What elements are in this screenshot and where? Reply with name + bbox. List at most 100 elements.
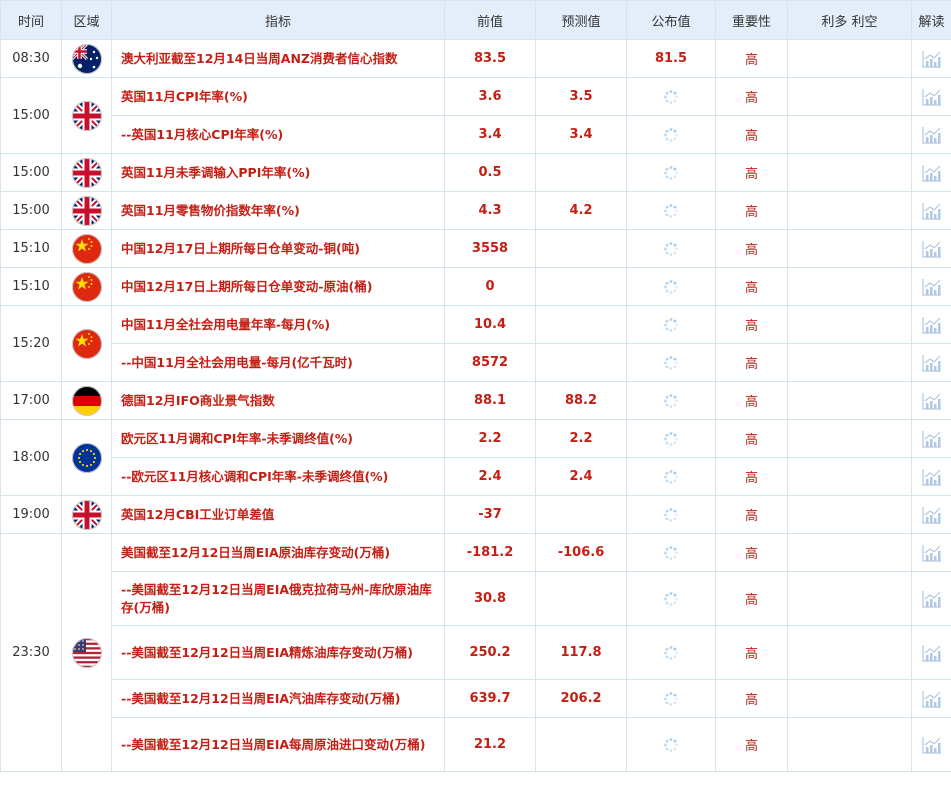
analysis-chart-icon[interactable] [911, 77, 951, 116]
bull-bear-cell [787, 229, 912, 268]
indicator-name[interactable]: 中国12月17日上期所每日仓单变动-原油(桶) [111, 267, 445, 306]
time-cell: 23:30 [0, 533, 62, 772]
indicator-name[interactable]: --美国截至12月12日当周EIA每周原油进口变动(万桶) [111, 717, 445, 772]
analysis-chart-icon[interactable] [911, 115, 951, 154]
forecast-value: 2.4 [535, 457, 627, 496]
indicator-name[interactable]: --美国截至12月12日当周EIA精炼油库存变动(万桶) [111, 625, 445, 680]
loading-spinner-icon [626, 717, 716, 772]
region-cell [61, 39, 112, 78]
indicator-name[interactable]: --欧元区11月核心调和CPI年率-未季调终值(%) [111, 457, 445, 496]
indicator-name[interactable]: 英国11月CPI年率(%) [111, 77, 445, 116]
analysis-chart-icon[interactable] [911, 39, 951, 78]
previous-value: 30.8 [444, 571, 536, 626]
importance-value: 高 [715, 457, 788, 496]
importance-value: 高 [715, 305, 788, 344]
previous-value: 4.3 [444, 191, 536, 230]
previous-value: 10.4 [444, 305, 536, 344]
time-cell: 08:30 [0, 39, 62, 78]
analysis-chart-icon[interactable] [911, 343, 951, 382]
analysis-chart-icon[interactable] [911, 229, 951, 268]
importance-value: 高 [715, 191, 788, 230]
importance-value: 高 [715, 571, 788, 626]
loading-spinner-icon [626, 267, 716, 306]
bull-bear-cell [787, 571, 912, 626]
forecast-value [535, 39, 627, 78]
analysis-chart-icon[interactable] [911, 419, 951, 458]
indicator-name[interactable]: 澳大利亚截至12月14日当周ANZ消费者信心指数 [111, 39, 445, 78]
indicator-name[interactable]: --美国截至12月12日当周EIA汽油库存变动(万桶) [111, 679, 445, 718]
indicator-name[interactable]: 欧元区11月调和CPI年率-未季调终值(%) [111, 419, 445, 458]
bull-bear-cell [787, 457, 912, 496]
header-previous: 前值 [444, 0, 536, 40]
region-cell [61, 495, 112, 534]
header-forecast: 预测值 [535, 0, 627, 40]
importance-value: 高 [715, 153, 788, 192]
analysis-chart-icon[interactable] [911, 191, 951, 230]
indicator-name[interactable]: 中国12月17日上期所每日仓单变动-铜(吨) [111, 229, 445, 268]
importance-value: 高 [715, 77, 788, 116]
table-row: --美国截至12月12日当周EIA每周原油进口变动(万桶) 21.2 高 [1, 717, 951, 772]
indicator-name[interactable]: 美国截至12月12日当周EIA原油库存变动(万桶) [111, 533, 445, 572]
analysis-chart-icon[interactable] [911, 457, 951, 496]
table-row: --美国截至12月12日当周EIA汽油库存变动(万桶) 639.7 206.2 … [1, 679, 951, 718]
table-row: 08:30 澳大利亚截至12月14日当周ANZ消费者信心指数 83.5 81.5… [0, 39, 951, 78]
analysis-chart-icon[interactable] [911, 305, 951, 344]
analysis-chart-icon[interactable] [911, 153, 951, 192]
header-indicator: 指标 [111, 0, 445, 40]
loading-spinner-icon [626, 419, 716, 458]
analysis-chart-icon[interactable] [911, 533, 951, 572]
previous-value: 3.4 [444, 115, 536, 154]
analysis-chart-icon[interactable] [911, 625, 951, 680]
header-region: 区域 [61, 0, 112, 40]
previous-value: 0 [444, 267, 536, 306]
indicator-name[interactable]: 英国12月CBI工业订单差值 [111, 495, 445, 534]
importance-value: 高 [715, 343, 788, 382]
previous-value: -37 [444, 495, 536, 534]
forecast-value: -106.6 [535, 533, 627, 572]
uk-flag-icon [62, 100, 111, 131]
table-row: 23:30 美国截至12月12日当周EIA原油库存变动(万桶) -181.2 -… [0, 533, 951, 772]
forecast-value: 206.2 [535, 679, 627, 718]
importance-value: 高 [715, 717, 788, 772]
time-cell: 15:10 [0, 229, 62, 268]
bull-bear-cell [787, 115, 912, 154]
analysis-chart-icon[interactable] [911, 571, 951, 626]
time-cell: 15:00 [0, 191, 62, 230]
analysis-chart-icon[interactable] [911, 495, 951, 534]
loading-spinner-icon [626, 115, 716, 154]
previous-value: 88.1 [444, 381, 536, 420]
analysis-chart-icon[interactable] [911, 717, 951, 772]
table-header-row: 时间 区域 指标 前值 预测值 公布值 重要性 利多 利空 解读 [0, 0, 951, 40]
forecast-value [535, 495, 627, 534]
loading-spinner-icon [626, 305, 716, 344]
indicator-name[interactable]: --英国11月核心CPI年率(%) [111, 115, 445, 154]
table-row: --美国截至12月12日当周EIA俄克拉荷马州-库欣原油库存(万桶) 30.8 … [1, 571, 951, 626]
analysis-chart-icon[interactable] [911, 679, 951, 718]
uk-flag-icon [62, 499, 111, 530]
uk-flag-icon [62, 195, 111, 226]
bull-bear-cell [787, 191, 912, 230]
bull-bear-cell [787, 419, 912, 458]
time-cell: 19:00 [0, 495, 62, 534]
china-flag-icon [62, 233, 111, 264]
region-cell [61, 77, 112, 154]
bull-bear-cell [787, 495, 912, 534]
economic-calendar-table: 时间 区域 指标 前值 预测值 公布值 重要性 利多 利空 解读 08:30 澳… [0, 0, 951, 772]
importance-value: 高 [715, 39, 788, 78]
time-cell: 17:00 [0, 381, 62, 420]
indicator-name[interactable]: 英国11月零售物价指数年率(%) [111, 191, 445, 230]
indicator-name[interactable]: 英国11月未季调输入PPI年率(%) [111, 153, 445, 192]
time-cell: 18:00 [0, 419, 62, 496]
table-row: 15:00 英国11月零售物价指数年率(%) 4.3 4.2 高 [0, 191, 951, 230]
indicator-name[interactable]: --美国截至12月12日当周EIA俄克拉荷马州-库欣原油库存(万桶) [111, 571, 445, 626]
indicator-name[interactable]: --中国11月全社会用电量-每月(亿千瓦时) [111, 343, 445, 382]
indicator-name[interactable]: 中国11月全社会用电量年率-每月(%) [111, 305, 445, 344]
analysis-chart-icon[interactable] [911, 381, 951, 420]
forecast-value [535, 153, 627, 192]
importance-value: 高 [715, 267, 788, 306]
loading-spinner-icon [626, 77, 716, 116]
analysis-chart-icon[interactable] [911, 267, 951, 306]
bull-bear-cell [787, 717, 912, 772]
indicator-name[interactable]: 德国12月IFO商业景气指数 [111, 381, 445, 420]
forecast-value [535, 343, 627, 382]
